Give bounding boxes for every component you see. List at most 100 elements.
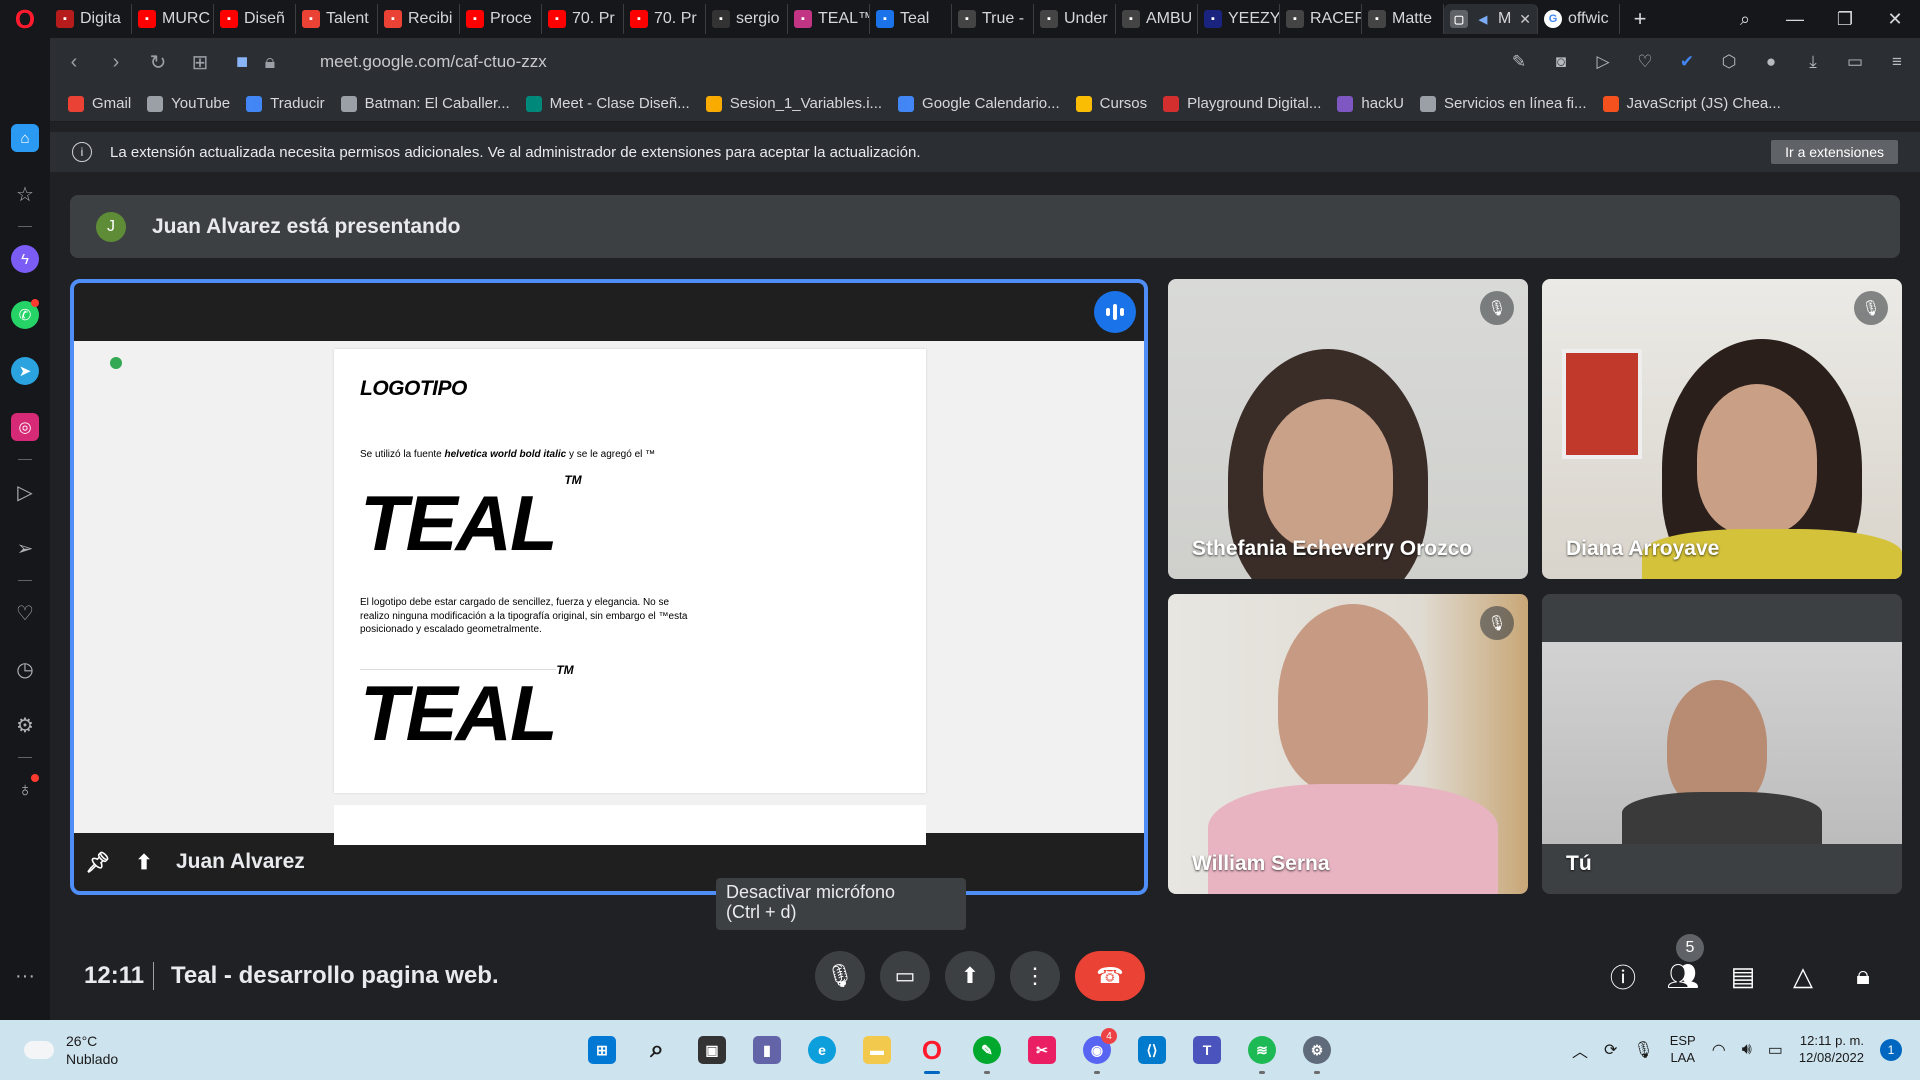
bookmark-item[interactable]: Batman: El Caballer...	[340, 95, 510, 112]
bookmark-item[interactable]: JavaScript (JS) Chea...	[1602, 95, 1781, 112]
tab-item[interactable]: ▪ Talent	[296, 4, 378, 34]
tab-item[interactable]: ▪ Under	[1034, 4, 1116, 34]
tab-item[interactable]: ▪ 70. Pr	[624, 4, 706, 34]
weather-widget[interactable]: 26°C Nublado	[24, 1032, 118, 1068]
microphone-button[interactable]: 🎙︎	[815, 951, 865, 1001]
people-button[interactable]: 👥︎ 5	[1666, 934, 1704, 996]
sidebar-tips[interactable]: ♁	[0, 762, 50, 818]
opera-logo-icon[interactable]: O	[0, 0, 50, 38]
minimize-button[interactable]: —	[1770, 9, 1820, 30]
bookmark-item[interactable]: Gmail	[68, 95, 131, 112]
lock-icon[interactable]: 🔒︎	[258, 51, 282, 74]
discord-button[interactable]: ◉ 4	[1079, 1028, 1117, 1074]
notification-badge[interactable]: 1	[1880, 1039, 1902, 1061]
tab-item[interactable]: ▪ Digita	[50, 4, 132, 34]
sidebar-player[interactable]: ▷	[0, 464, 50, 520]
pin-icon[interactable]: 📌︎	[84, 850, 112, 875]
participant-tile[interactable]: 🎙︎ Sthefania Echeverry Orozco	[1168, 279, 1528, 579]
sidebar-speed-dial[interactable]: ☆	[0, 166, 50, 222]
tab-item[interactable]: ▪ YEEZY	[1198, 4, 1280, 34]
tab-item[interactable]: ▪ Recibi	[378, 4, 460, 34]
sidebar-whatsapp[interactable]: ✆	[0, 287, 50, 343]
snapshot-icon[interactable]: ◙	[1550, 52, 1572, 72]
sidebar-more[interactable]: ···	[0, 948, 50, 1004]
sidebar-settings[interactable]: ⚙	[0, 697, 50, 753]
tab-item[interactable]: ▪ Proce	[460, 4, 542, 34]
sidebar-history[interactable]: ◷	[0, 641, 50, 697]
tab-item[interactable]: ▪ RACER	[1280, 4, 1362, 34]
tab-item[interactable]: ▪ 70. Pr	[542, 4, 624, 34]
camera-indicator-icon[interactable]: ■	[230, 51, 254, 74]
bookmark-item[interactable]: YouTube	[147, 95, 230, 112]
tab-active-meet[interactable]: ▢ ◀ M ✕	[1444, 4, 1538, 34]
camera-button[interactable]: ▭	[880, 951, 930, 1001]
new-tab-button[interactable]: +	[1620, 6, 1660, 32]
sidebar-messenger[interactable]: ϟ	[0, 231, 50, 287]
participant-tile[interactable]: 🎙︎ Diana Arroyave	[1542, 279, 1902, 579]
tab-item[interactable]: ▪ MURC	[132, 4, 214, 34]
sidebar-instagram[interactable]: ◎	[0, 399, 50, 455]
file-explorer-button[interactable]: ▬	[859, 1032, 895, 1068]
sidebar-flow[interactable]: ➢	[0, 520, 50, 576]
url-field[interactable]: meet.google.com/caf-ctuo-zzx	[320, 52, 547, 72]
self-tile[interactable]: Tú	[1542, 594, 1902, 894]
tab-item[interactable]: ▪ TEAL™	[788, 4, 870, 34]
present-button[interactable]: ⬆	[945, 951, 995, 1001]
forward-icon[interactable]: ›	[104, 51, 128, 74]
bookmark-item[interactable]: Playground Digital...	[1163, 95, 1321, 112]
sync-icon[interactable]: ⟳	[1604, 1040, 1617, 1060]
tab-offwhite[interactable]: G offwic	[1538, 4, 1620, 34]
battery-icon[interactable]: ▭	[1844, 52, 1866, 72]
chat-button[interactable]: ▤	[1726, 956, 1760, 996]
close-icon[interactable]: ✕	[1519, 11, 1531, 28]
tab-item[interactable]: ▪ Diseñ	[214, 4, 296, 34]
grid-icon[interactable]: ⊞	[188, 50, 212, 75]
settings-button[interactable]: ⚙	[1299, 1032, 1335, 1074]
close-window-button[interactable]: ✕	[1870, 9, 1920, 30]
heart-icon[interactable]: ♡	[1634, 52, 1656, 72]
restore-button[interactable]: ❐	[1820, 9, 1870, 30]
profile-icon[interactable]: ●	[1760, 52, 1782, 72]
cube-icon[interactable]: ⬡	[1718, 52, 1740, 72]
meeting-details-button[interactable]: ⓘ	[1606, 956, 1640, 996]
search-tabs-icon[interactable]: ⌕	[1720, 9, 1770, 30]
edit-icon[interactable]: ✎	[1508, 52, 1530, 72]
host-controls-button[interactable]: 🔒︎	[1846, 956, 1880, 996]
language-indicator[interactable]: ESP LAA	[1670, 1033, 1696, 1067]
shield-check-icon[interactable]: ✔	[1676, 52, 1698, 72]
bookmark-item[interactable]: Google Calendario...	[898, 95, 1060, 112]
more-options-button[interactable]: ⋮	[1010, 951, 1060, 1001]
bookmark-item[interactable]: Meet - Clase Diseñ...	[525, 95, 690, 112]
chevron-up-icon[interactable]: ︿	[1572, 1038, 1588, 1062]
spotify-button[interactable]: ≋	[1244, 1032, 1280, 1074]
sidebar-telegram[interactable]: ➤	[0, 343, 50, 399]
teams-chat-button[interactable]: ▮	[749, 1032, 785, 1068]
start-button[interactable]: ⊞	[584, 1032, 620, 1068]
battery-icon[interactable]: ▭	[1768, 1040, 1783, 1060]
wifi-icon[interactable]: ◠	[1712, 1040, 1726, 1060]
back-icon[interactable]: ‹	[62, 51, 86, 74]
present-screen-icon[interactable]: ⬆	[130, 850, 158, 875]
search-button[interactable]: ⌕	[639, 1032, 675, 1068]
opera-button[interactable]: O	[914, 1032, 950, 1074]
reload-icon[interactable]: ↻	[146, 50, 170, 75]
participant-tile[interactable]: 🎙︎ William Serna	[1168, 594, 1528, 894]
tab-item[interactable]: ▪ Matte	[1362, 4, 1444, 34]
bookmark-item[interactable]: Sesion_1_Variables.i...	[705, 95, 882, 112]
vscode-button[interactable]: ⟨⟩	[1134, 1032, 1170, 1068]
volume-icon[interactable]: 🔊︎	[1742, 1041, 1752, 1059]
snipping-tool-button[interactable]: ✂	[1024, 1032, 1060, 1068]
bookmark-item[interactable]: Cursos	[1075, 95, 1147, 112]
activities-button[interactable]: △	[1786, 956, 1820, 996]
system-clock[interactable]: 12:11 p. m. 12/08/2022	[1799, 1033, 1864, 1067]
send-icon[interactable]: ▷	[1592, 52, 1614, 72]
task-view-button[interactable]: ▣	[694, 1032, 730, 1068]
evernote-button[interactable]: ✎	[969, 1032, 1005, 1074]
bookmark-item[interactable]: Traducir	[246, 95, 325, 112]
download-icon[interactable]: ⤓	[1802, 52, 1824, 72]
microphone-icon[interactable]: 🎙︎	[1633, 1040, 1653, 1060]
bookmark-item[interactable]: hackU	[1337, 95, 1404, 112]
sidebar-home[interactable]: ⌂	[0, 110, 50, 166]
tab-item[interactable]: ▪ sergio	[706, 4, 788, 34]
go-to-extensions-button[interactable]: Ir a extensiones	[1771, 140, 1898, 164]
